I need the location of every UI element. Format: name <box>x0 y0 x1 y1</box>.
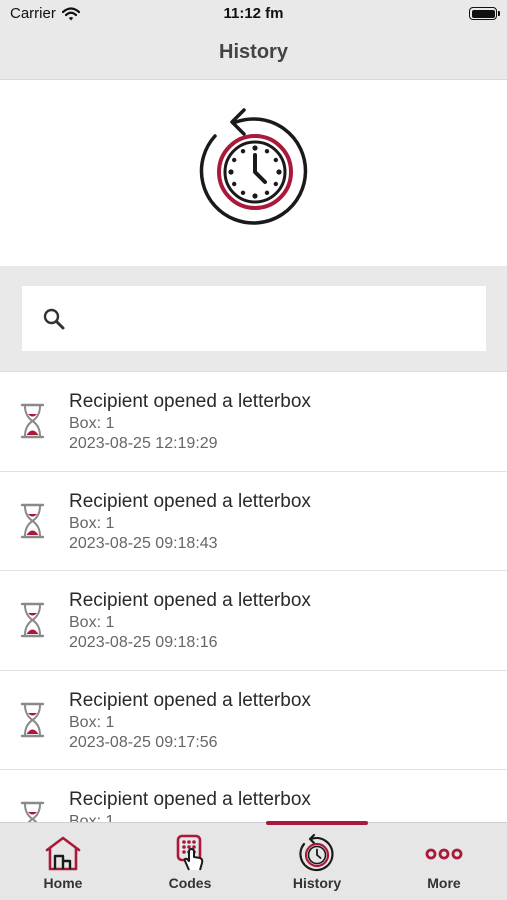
hourglass-icon <box>20 403 45 439</box>
history-clock-illustration-icon <box>199 108 308 225</box>
history-list: Recipient opened a letterbox Box: 1 2023… <box>0 372 507 822</box>
history-item-box: Box: 1 <box>69 813 115 822</box>
history-item[interactable]: Recipient opened a letterbox Box: 1 2023… <box>0 471 507 571</box>
history-item-title: Recipient opened a letterbox <box>69 789 311 810</box>
hourglass-icon <box>20 503 45 538</box>
history-item-box: Box: 1 <box>69 415 115 432</box>
search-area <box>0 266 507 372</box>
search-bar[interactable] <box>22 286 486 351</box>
hourglass-icon <box>20 602 45 638</box>
tab-history[interactable]: History <box>254 823 380 900</box>
history-clock-icon <box>299 834 334 872</box>
battery-icon <box>469 7 500 20</box>
history-item-box: Box: 1 <box>69 713 115 731</box>
page-title: History <box>219 41 288 63</box>
history-item-box: Box: 1 <box>69 514 115 532</box>
history-item[interactable]: Recipient opened a letterbox Box: 1 2023… <box>0 571 507 671</box>
history-item[interactable]: Recipient opened a letterbox Box: 1 2023… <box>0 372 507 472</box>
keypad-icon <box>176 834 204 871</box>
tab-more[interactable]: More <box>381 823 507 900</box>
status-bar: Carrier 11:12 fm <box>0 0 507 28</box>
nav-bar: History <box>0 28 507 80</box>
history-item-title: Recipient opened a letterbox <box>69 490 311 512</box>
tab-label: Codes <box>168 875 212 891</box>
more-dots-icon <box>425 848 463 860</box>
history-item-timestamp: 2023-08-25 09:18:43 <box>69 534 218 552</box>
history-item-title: Recipient opened a letterbox <box>69 590 311 611</box>
tab-label: More <box>427 875 461 891</box>
clock: 11:12 fm <box>223 5 284 22</box>
tab-codes[interactable]: Codes <box>127 823 253 900</box>
hero-banner <box>0 80 507 266</box>
history-item[interactable]: Recipient opened a letterbox Box: 1 <box>0 770 507 822</box>
history-item[interactable]: Recipient opened a letterbox Box: 1 2023… <box>0 670 507 770</box>
history-item-title: Recipient opened a letterbox <box>69 689 311 711</box>
history-item-timestamp: 2023-08-25 09:17:56 <box>69 733 218 751</box>
history-item-timestamp: 2023-08-25 12:19:29 <box>69 435 218 452</box>
history-item-title: Recipient opened a letterbox <box>69 391 311 412</box>
tab-bar: Home Codes History More <box>0 821 507 900</box>
tab-home[interactable]: Home <box>0 823 126 900</box>
hourglass-icon <box>20 801 45 822</box>
history-item-timestamp: 2023-08-25 09:18:16 <box>69 634 218 651</box>
hourglass-icon <box>20 702 45 737</box>
search-input[interactable] <box>82 298 472 338</box>
house-icon <box>45 836 81 871</box>
history-item-box: Box: 1 <box>69 614 115 631</box>
search-icon <box>43 308 65 330</box>
tab-label: Home <box>43 875 83 891</box>
tab-label: History <box>292 875 342 891</box>
